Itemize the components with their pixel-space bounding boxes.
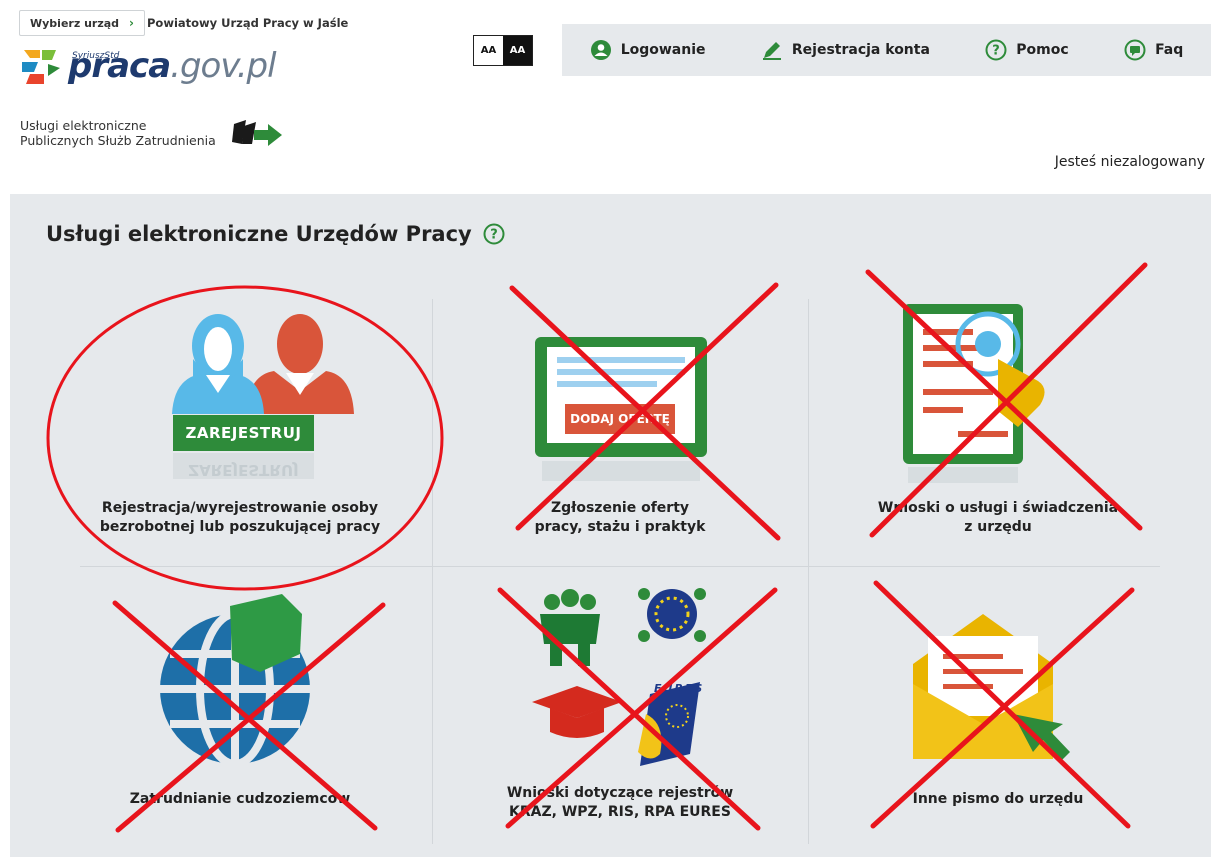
contrast-switch: AA AA <box>473 35 533 66</box>
document-touch-icon <box>903 304 1045 483</box>
eures-label: EURES <box>654 682 705 695</box>
tile-foreigners-employment[interactable]: Zatrudnianie cudzoziemców <box>50 574 430 854</box>
tile-label-line-2: KRAZ, WPZ, RIS, RPA EURES <box>509 804 731 820</box>
tile-service-applications[interactable]: Wnioski o usługi i świadczenia z urzędu <box>808 289 1188 569</box>
register-badge: ZAREJESTRUJ <box>173 415 314 451</box>
tile-label-line-2: bezrobotnej lub poszukującej pracy <box>99 519 381 535</box>
tile-label-line-2: pracy, stażu i praktyk <box>534 519 706 535</box>
select-office-label: Wybierz urząd <box>30 16 120 30</box>
tile-registration[interactable]: ZAREJESTRUJ ZAREJESTRUJ Rejestracja/wyre… <box>50 289 430 569</box>
register-badge-reflection: ZAREJESTRUJ <box>173 453 314 479</box>
tile-label-line-2: z urzędu <box>964 519 1032 535</box>
add-offer-badge: DODAJ OFERTĘ <box>565 404 675 434</box>
top-navigation: Logowanie Rejestracja konta ? Pomoc Faq <box>562 24 1211 76</box>
tile-other-letter[interactable]: Inne pismo do urzędu <box>808 574 1188 854</box>
user-icon <box>590 40 611 60</box>
panel-title-text: Usługi elektroniczne Urzędów Pracy <box>46 222 472 246</box>
tile-label: Wnioski dotyczące rejestrów KRAZ, WPZ, R… <box>432 784 808 822</box>
contrast-high-button[interactable]: AA <box>503 36 532 65</box>
logo-suffix: .gov.pl <box>170 46 276 86</box>
logo-superscript: SyriuszStd <box>72 51 120 61</box>
office-name: Powiatowy Urząd Pracy w Jaśle <box>147 16 349 30</box>
tile-label-line-1: Zatrudnianie cudzoziemców <box>129 791 351 807</box>
panel-title: Usługi elektroniczne Urzędów Pracy ? <box>46 222 505 246</box>
tagline-line-2: Publicznych Służb Zatrudnienia <box>20 133 216 148</box>
chat-icon <box>1124 39 1146 61</box>
help-label: Pomoc <box>1016 42 1069 58</box>
contrast-normal-button[interactable]: AA <box>474 36 503 65</box>
logo-mark-icon <box>22 50 60 84</box>
chevron-right-icon: › <box>129 16 134 30</box>
tile-label: Wnioski o usługi i świadczenia z urzędu <box>808 499 1188 537</box>
tile-label-line-1: Zgłoszenie oferty <box>550 500 690 516</box>
register-label: Rejestracja konta <box>791 42 930 58</box>
tile-job-offer[interactable]: DODAJ OFERTĘ Zgłoszenie oferty pracy, st… <box>432 289 808 569</box>
faq-label: Faq <box>1155 42 1184 58</box>
site-logo[interactable]: SyriuszStd praca.gov.pl <box>20 46 277 86</box>
arrows-icon <box>232 120 282 146</box>
registries-icon <box>532 588 706 766</box>
tile-label-line-1: Wnioski dotyczące rejestrów <box>506 785 734 801</box>
tile-label: Zatrudnianie cudzoziemców <box>50 790 430 809</box>
login-status: Jesteś niezalogowany <box>1054 154 1205 170</box>
monitor-icon <box>535 337 707 481</box>
svg-text:?: ? <box>993 44 1001 59</box>
help-icon[interactable]: ? <box>483 223 505 245</box>
pencil-icon <box>762 42 781 60</box>
tile-registries[interactable]: EURES Wnioski dotyczące rejestrów KRAZ, … <box>432 574 808 854</box>
login-label: Logowanie <box>620 42 706 58</box>
select-office-button[interactable]: Wybierz urząd › <box>19 10 145 36</box>
services-panel: Usługi elektroniczne Urzędów Pracy ? ZAR… <box>10 194 1211 857</box>
tile-label: Rejestracja/wyrejestrowanie osoby bezrob… <box>50 499 430 537</box>
tagline-line-1: Usługi elektroniczne <box>20 118 147 133</box>
tile-label: Zgłoszenie oferty pracy, stażu i praktyk <box>432 499 808 537</box>
help-icon: ? <box>985 39 1007 61</box>
tile-label-line-1: Rejestracja/wyrejestrowanie osoby <box>101 500 379 516</box>
register-link[interactable]: Rejestracja konta <box>761 39 930 61</box>
tile-label-line-1: Wnioski o usługi i świadczenia <box>877 500 1119 516</box>
tile-label-line-1: Inne pismo do urzędu <box>912 791 1084 807</box>
tagline: Usługi elektroniczne Publicznych Służb Z… <box>20 118 216 148</box>
login-link[interactable]: Logowanie <box>590 39 706 61</box>
envelope-icon <box>913 614 1070 760</box>
svg-text:?: ? <box>490 228 498 243</box>
globe-icon <box>160 594 310 768</box>
logo-text: SyriuszStd praca.gov.pl <box>68 46 277 86</box>
tile-label: Inne pismo do urzędu <box>808 790 1188 809</box>
faq-link[interactable]: Faq <box>1124 39 1183 61</box>
help-link[interactable]: ? Pomoc <box>985 39 1069 61</box>
